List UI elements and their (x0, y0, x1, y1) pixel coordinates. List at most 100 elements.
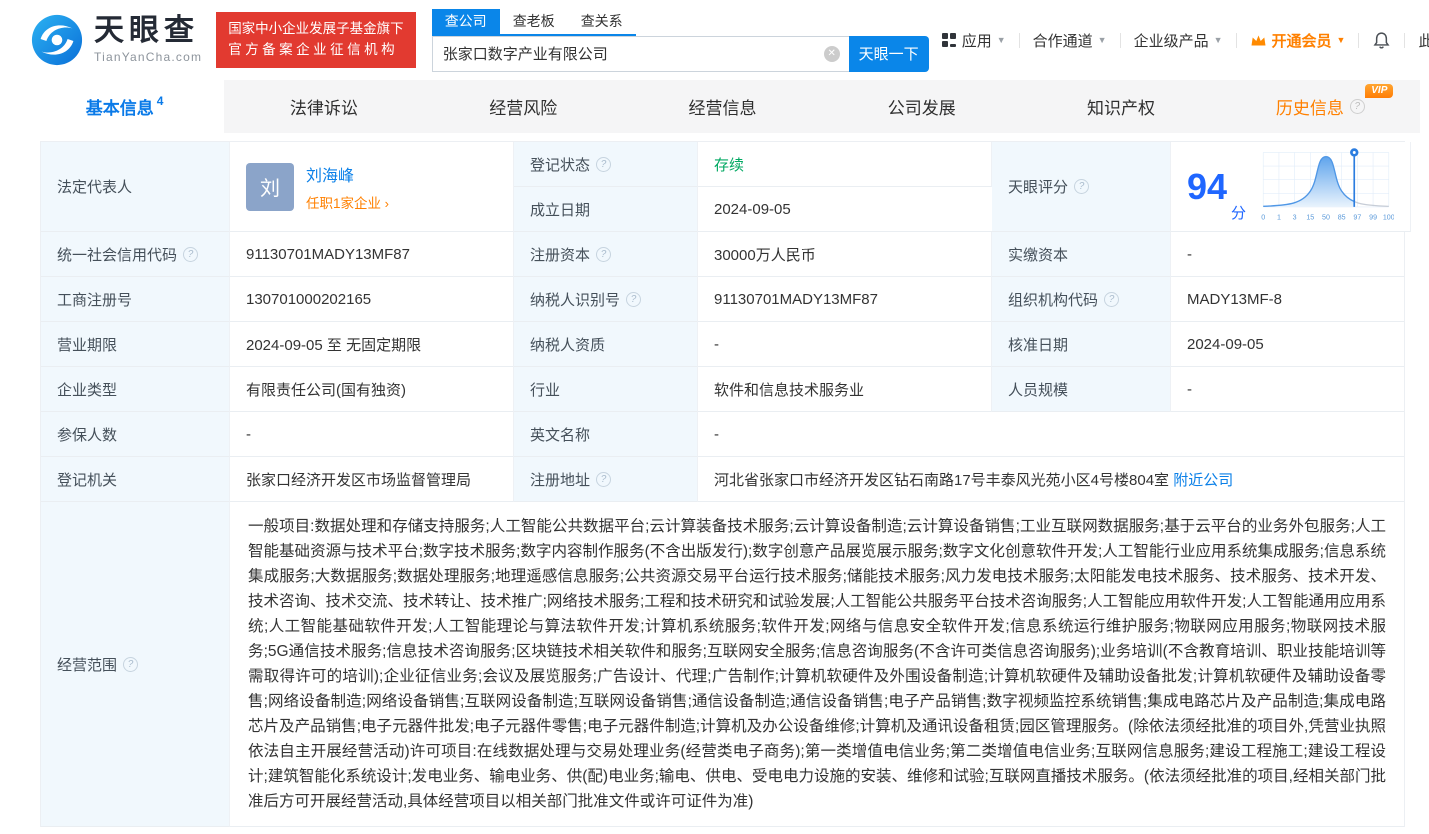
taxpayer-quality-label: 纳税人资质 (514, 322, 698, 367)
svg-text:85: 85 (1338, 213, 1346, 221)
tab-intellectual-property[interactable]: 知识产权 (1021, 80, 1220, 133)
business-reg-no-value: 130701000202165 (230, 277, 514, 322)
score-unit: 分 (1231, 202, 1246, 223)
table-row: 参保人数 - 英文名称 - (41, 412, 1404, 457)
logo-title: 天眼查 (94, 16, 202, 46)
bell-curve-fill (1263, 156, 1389, 206)
search-block: 查公司 查老板 查关系 ✕ 天眼一下 (432, 9, 929, 72)
org-code-label: 组织机构代码 (992, 277, 1171, 322)
business-scope-text: 一般项目:数据处理和存储支持服务;人工智能公共数据平台;云计算装备技术服务;云计… (234, 506, 1400, 822)
org-code-value: MADY13MF-8 (1171, 277, 1404, 322)
tab-basic-info[interactable]: 基本信息4 (25, 80, 224, 133)
help-icon[interactable] (596, 472, 611, 487)
table-row: 统一社会信用代码 91130701MADY13MF87 注册资本 30000万人… (41, 232, 1404, 277)
staff-size-label: 人员规模 (992, 367, 1171, 412)
paid-capital-value: - (1171, 232, 1404, 277)
legal-rep-value: 刘 刘海峰 任职1家企业 › (230, 142, 514, 232)
company-info-table: 法定代表人 刘 刘海峰 任职1家企业 › 登记状态 存续 天眼评分 94 分 (40, 141, 1405, 827)
search-button[interactable]: 天眼一下 (849, 36, 929, 72)
nav-cooperation[interactable]: 合作通道▼ (1020, 30, 1120, 51)
paid-capital-label: 实缴资本 (992, 232, 1171, 277)
tab-history-info[interactable]: VIP 历史信息 (1221, 80, 1420, 133)
search-tab-relation[interactable]: 查关系 (568, 9, 636, 34)
registry-authority-label: 登记机关 (41, 457, 230, 502)
tab-operational-risk[interactable]: 经营风险 (424, 80, 623, 133)
approval-date-value: 2024-09-05 (1171, 322, 1404, 367)
svg-text:100: 100 (1383, 213, 1394, 221)
search-tabs: 查公司 查老板 查关系 (432, 9, 636, 36)
nearby-companies-link[interactable]: 附近公司 (1173, 469, 1233, 490)
svg-text:0: 0 (1261, 213, 1265, 221)
registry-authority-value: 张家口经济开发区市场监督管理局 (230, 457, 514, 502)
reg-address-value: 河北省张家口市经济开发区钻石南路17号丰泰风光苑小区4号楼804室 附近公司 (698, 457, 1404, 502)
staff-size-value: - (1171, 367, 1404, 412)
badge-line1: 国家中小企业发展子基金旗下 (228, 19, 404, 40)
business-scope-value: 一般项目:数据处理和存储支持服务;人工智能公共数据平台;云计算装备技术服务;云计… (230, 502, 1404, 827)
search-tab-boss[interactable]: 查老板 (500, 9, 568, 34)
nav-more[interactable]: 此处有...▼ (1405, 30, 1429, 51)
chart-axis-labels: 01 315 5085 9799 100 (1261, 213, 1394, 221)
top-nav: 应用▼ 合作通道▼ 企业级产品▼ 开通会员▼ 此处有...▼ (929, 30, 1429, 51)
insured-count-value: - (230, 412, 514, 457)
help-icon[interactable] (1350, 99, 1365, 114)
bell-icon (1372, 31, 1391, 50)
taxpayer-id-label: 纳税人识别号 (514, 277, 698, 322)
industry-label: 行业 (514, 367, 698, 412)
svg-text:15: 15 (1306, 213, 1314, 221)
approval-date-label: 核准日期 (992, 322, 1171, 367)
help-icon[interactable] (626, 292, 641, 307)
business-reg-no-label: 工商注册号 (41, 277, 230, 322)
industry-value: 软件和信息技术服务业 (698, 367, 992, 412)
legal-rep-name-link[interactable]: 刘海峰 (306, 162, 389, 186)
tab-legal-proceedings[interactable]: 法律诉讼 (224, 80, 423, 133)
nav-notifications[interactable] (1359, 31, 1404, 50)
crown-icon (1250, 33, 1267, 48)
reg-capital-label: 注册资本 (514, 232, 698, 277)
reg-capital-value: 30000万人民币 (698, 232, 992, 277)
search-bar: ✕ 天眼一下 (432, 36, 929, 72)
reg-status-label: 登记状态 (514, 142, 698, 187)
tab-count-badge: 4 (157, 95, 164, 107)
credit-code-value: 91130701MADY13MF87 (230, 232, 514, 277)
table-row: 经营范围 一般项目:数据处理和存储支持服务;人工智能公共数据平台;云计算装备技术… (41, 502, 1404, 827)
establish-date-label: 成立日期 (514, 187, 698, 232)
svg-text:99: 99 (1369, 213, 1377, 221)
tianyancha-logo[interactable]: 天眼查 TianYanCha.com (30, 13, 202, 67)
company-type-label: 企业类型 (41, 367, 230, 412)
insured-count-label: 参保人数 (41, 412, 230, 457)
help-icon[interactable] (123, 657, 138, 672)
score-label: 天眼评分 (992, 142, 1171, 232)
chevron-down-icon: ▼ (1214, 35, 1223, 45)
apps-grid-icon (942, 33, 956, 47)
tab-business-info[interactable]: 经营信息 (623, 80, 822, 133)
english-name-value: - (698, 412, 1404, 457)
credit-code-label: 统一社会信用代码 (41, 232, 230, 277)
nav-enterprise-products[interactable]: 企业级产品▼ (1121, 30, 1236, 51)
nav-apps[interactable]: 应用▼ (929, 30, 1019, 51)
establish-date-value: 2024-09-05 (698, 187, 992, 232)
clear-search-icon[interactable]: ✕ (824, 46, 840, 62)
table-row: 登记机关 张家口经济开发区市场监督管理局 注册地址 河北省张家口市经济开发区钻石… (41, 457, 1404, 502)
tab-company-development[interactable]: 公司发展 (822, 80, 1021, 133)
gov-credit-badge: 国家中小企业发展子基金旗下 官方备案企业征信机构 (216, 12, 416, 68)
legal-rep-label: 法定代表人 (41, 142, 230, 232)
logo-eye-icon (30, 13, 84, 67)
reg-address-label: 注册地址 (514, 457, 698, 502)
nav-open-vip[interactable]: 开通会员▼ (1237, 30, 1359, 51)
avatar[interactable]: 刘 (246, 163, 294, 211)
search-input[interactable] (432, 36, 849, 72)
help-icon[interactable] (183, 247, 198, 262)
help-icon[interactable] (596, 247, 611, 262)
svg-text:3: 3 (1293, 213, 1297, 221)
help-icon[interactable] (1104, 292, 1119, 307)
reg-status-value: 存续 (698, 142, 992, 187)
legal-rep-employment-link[interactable]: 任职1家企业 › (306, 192, 389, 212)
help-icon[interactable] (596, 157, 611, 172)
table-row: 企业类型 有限责任公司(国有独资) 行业 软件和信息技术服务业 人员规模 - (41, 367, 1404, 412)
help-icon[interactable] (1074, 179, 1089, 194)
search-tab-company[interactable]: 查公司 (432, 9, 500, 34)
chevron-down-icon: ▼ (1337, 35, 1346, 45)
score-number: 94 (1187, 169, 1227, 205)
svg-text:50: 50 (1322, 213, 1330, 221)
chevron-right-icon: › (381, 196, 389, 211)
